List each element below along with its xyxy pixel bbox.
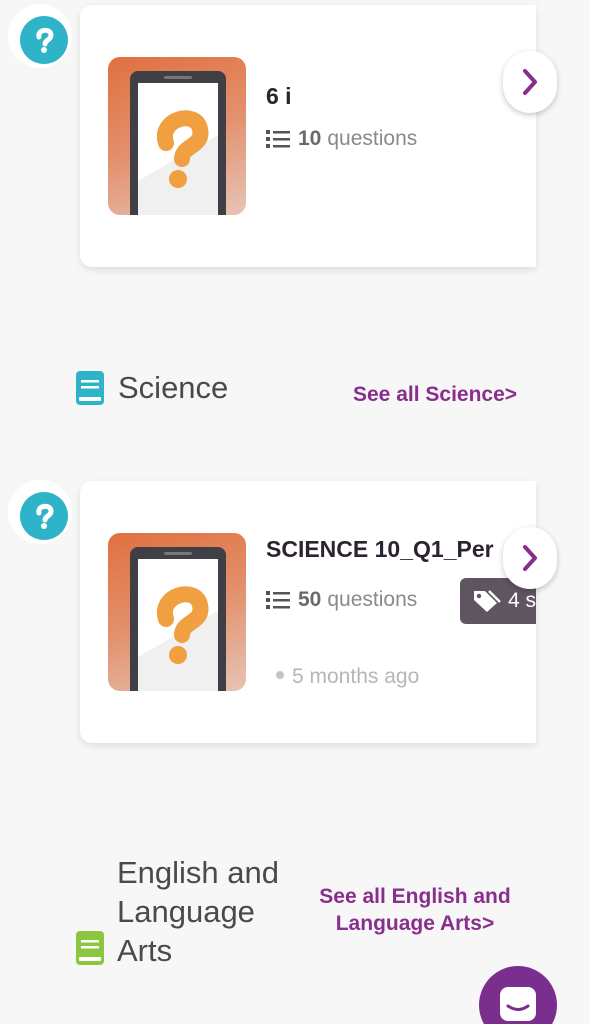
tags-count: 4 s — [508, 589, 536, 612]
question-count: 50 questions — [266, 588, 417, 612]
next-arrow-button[interactable] — [503, 51, 557, 113]
quiz-title: SCIENCE 10_Q1_Per — [266, 536, 494, 562]
list-icon — [266, 130, 290, 148]
question-mark-icon — [157, 586, 209, 664]
quiz-card[interactable]: 6 i 10 questions — [80, 5, 536, 267]
question-count: 10 questions — [266, 127, 417, 151]
question-mark-icon — [157, 110, 209, 188]
see-all-english-link[interactable]: See all English and Language Arts> — [318, 883, 512, 937]
quiz-badge-icon — [36, 503, 54, 529]
quiz-card[interactable]: SCIENCE 10_Q1_Per 50 questions 4 s 5 mon… — [80, 481, 536, 743]
question-count-number: 50 — [298, 588, 322, 611]
chevron-right-icon — [523, 545, 537, 571]
tag-icon — [474, 590, 501, 612]
question-count-number: 10 — [298, 127, 322, 150]
quiz-thumbnail — [108, 57, 246, 215]
see-all-science-link[interactable]: See all Science> — [353, 383, 517, 407]
book-icon — [76, 931, 104, 965]
quiz-type-badge — [8, 480, 72, 544]
section-title: Science — [118, 370, 229, 405]
list-icon — [266, 591, 290, 609]
quiz-type-badge — [8, 4, 72, 68]
questions-label: questions — [327, 588, 418, 611]
quiz-title: 6 i — [266, 83, 292, 109]
chat-button[interactable] — [479, 966, 557, 1024]
section-title: English and Language Arts — [117, 855, 280, 968]
chevron-right-icon — [523, 69, 537, 95]
quiz-thumbnail — [108, 533, 246, 691]
timestamp: 5 months ago — [276, 665, 419, 689]
science-section-header: Science — [76, 370, 228, 406]
questions-label: questions — [327, 127, 418, 150]
chat-icon — [500, 987, 536, 1021]
next-arrow-button[interactable] — [503, 527, 557, 589]
quiz-browse-screen: 6 i 10 questions Science See all Science… — [0, 0, 590, 1024]
book-icon — [76, 371, 104, 405]
quiz-badge-icon — [36, 27, 54, 53]
